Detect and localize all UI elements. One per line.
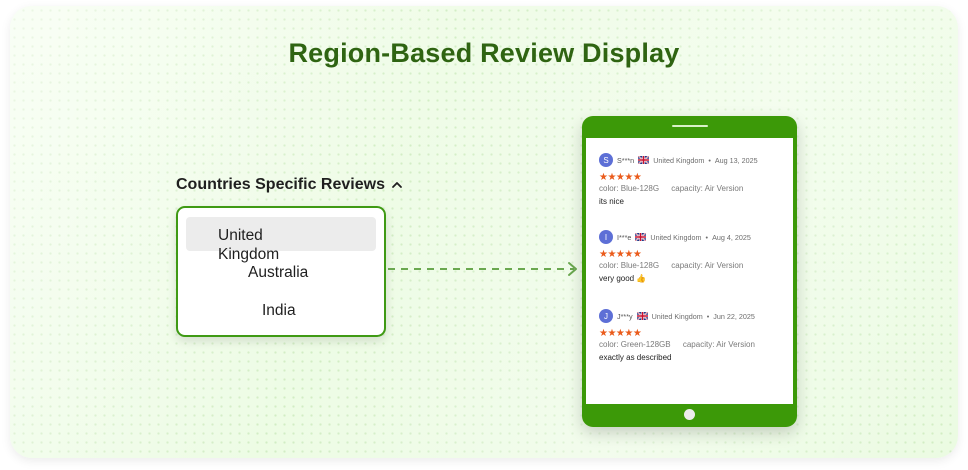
page-title: Region-Based Review Display (288, 38, 680, 68)
chevron-up-icon (392, 182, 402, 188)
review-country: United Kingdom (650, 232, 702, 242)
rating-stars: ★★★★★ (599, 249, 642, 260)
reviews-screen: S S***n United Kingdom • Aug 13, 2025 ★★… (586, 138, 793, 404)
capacity-value: Air Version (704, 184, 744, 193)
meta-separator: • (705, 232, 709, 242)
country-option-united-kingdom[interactable]: United Kingdom (186, 217, 376, 263)
capacity-value: Air Version (704, 261, 744, 270)
capacity-value: Air Version (716, 340, 755, 349)
color-value: Blue-128G (620, 184, 660, 193)
review-text: its nice (599, 197, 624, 206)
color-value: Blue-128G (620, 261, 660, 270)
review-date: Aug 4, 2025 (712, 232, 751, 242)
capacity-label: capacity: (671, 184, 703, 193)
background-card (10, 6, 958, 458)
phone-mockup: S S***n United Kingdom • Aug 13, 2025 ★★… (582, 116, 797, 427)
reviewer-name: S***n (617, 155, 635, 165)
review-date: Jun 22, 2025 (713, 311, 755, 321)
meta-separator: • (706, 311, 710, 321)
color-label: color: (599, 184, 619, 193)
uk-flag-icon (636, 312, 648, 320)
uk-flag-icon (635, 233, 647, 241)
meta-separator: • (708, 155, 711, 165)
country-dropdown-list: United Kingdom Australia India (176, 206, 386, 337)
capacity-label: capacity: (671, 261, 703, 270)
home-button[interactable] (684, 409, 695, 420)
avatar: S (599, 153, 613, 167)
color-label: color: (599, 340, 619, 349)
review-country: United Kingdom (653, 155, 705, 165)
review-date: Aug 13, 2025 (714, 155, 758, 165)
review-item: J J***y United Kingdom • Jun 22, 2025 ★★… (599, 309, 755, 362)
color-value: Green-128GB (620, 340, 671, 349)
rating-stars: ★★★★★ (599, 172, 642, 183)
review-country: United Kingdom (651, 311, 703, 321)
dropdown-header-label: Countries Specific Reviews (176, 176, 385, 193)
phone-speaker (672, 125, 708, 127)
dashed-arrow-right-icon (388, 262, 577, 276)
country-option-australia[interactable]: Australia (248, 264, 308, 282)
avatar: I (599, 230, 613, 244)
avatar: J (599, 309, 613, 323)
country-dropdown-toggle[interactable]: Countries Specific Reviews (176, 176, 403, 194)
review-text: exactly as described (599, 353, 672, 362)
capacity-label: capacity: (682, 340, 715, 349)
color-label: color: (599, 261, 619, 270)
rating-stars: ★★★★★ (599, 328, 642, 339)
country-option-label: United Kingdom (218, 227, 280, 263)
reviewer-name: I***e (617, 232, 632, 242)
review-text: very good 👍 (599, 274, 647, 283)
reviewer-name: J***y (617, 311, 633, 321)
country-option-india[interactable]: India (262, 302, 296, 320)
uk-flag-icon (638, 156, 650, 164)
review-item: S S***n United Kingdom • Aug 13, 2025 ★★… (599, 153, 758, 206)
review-item: I I***e United Kingdom • Aug 4, 2025 ★★★… (599, 230, 751, 283)
